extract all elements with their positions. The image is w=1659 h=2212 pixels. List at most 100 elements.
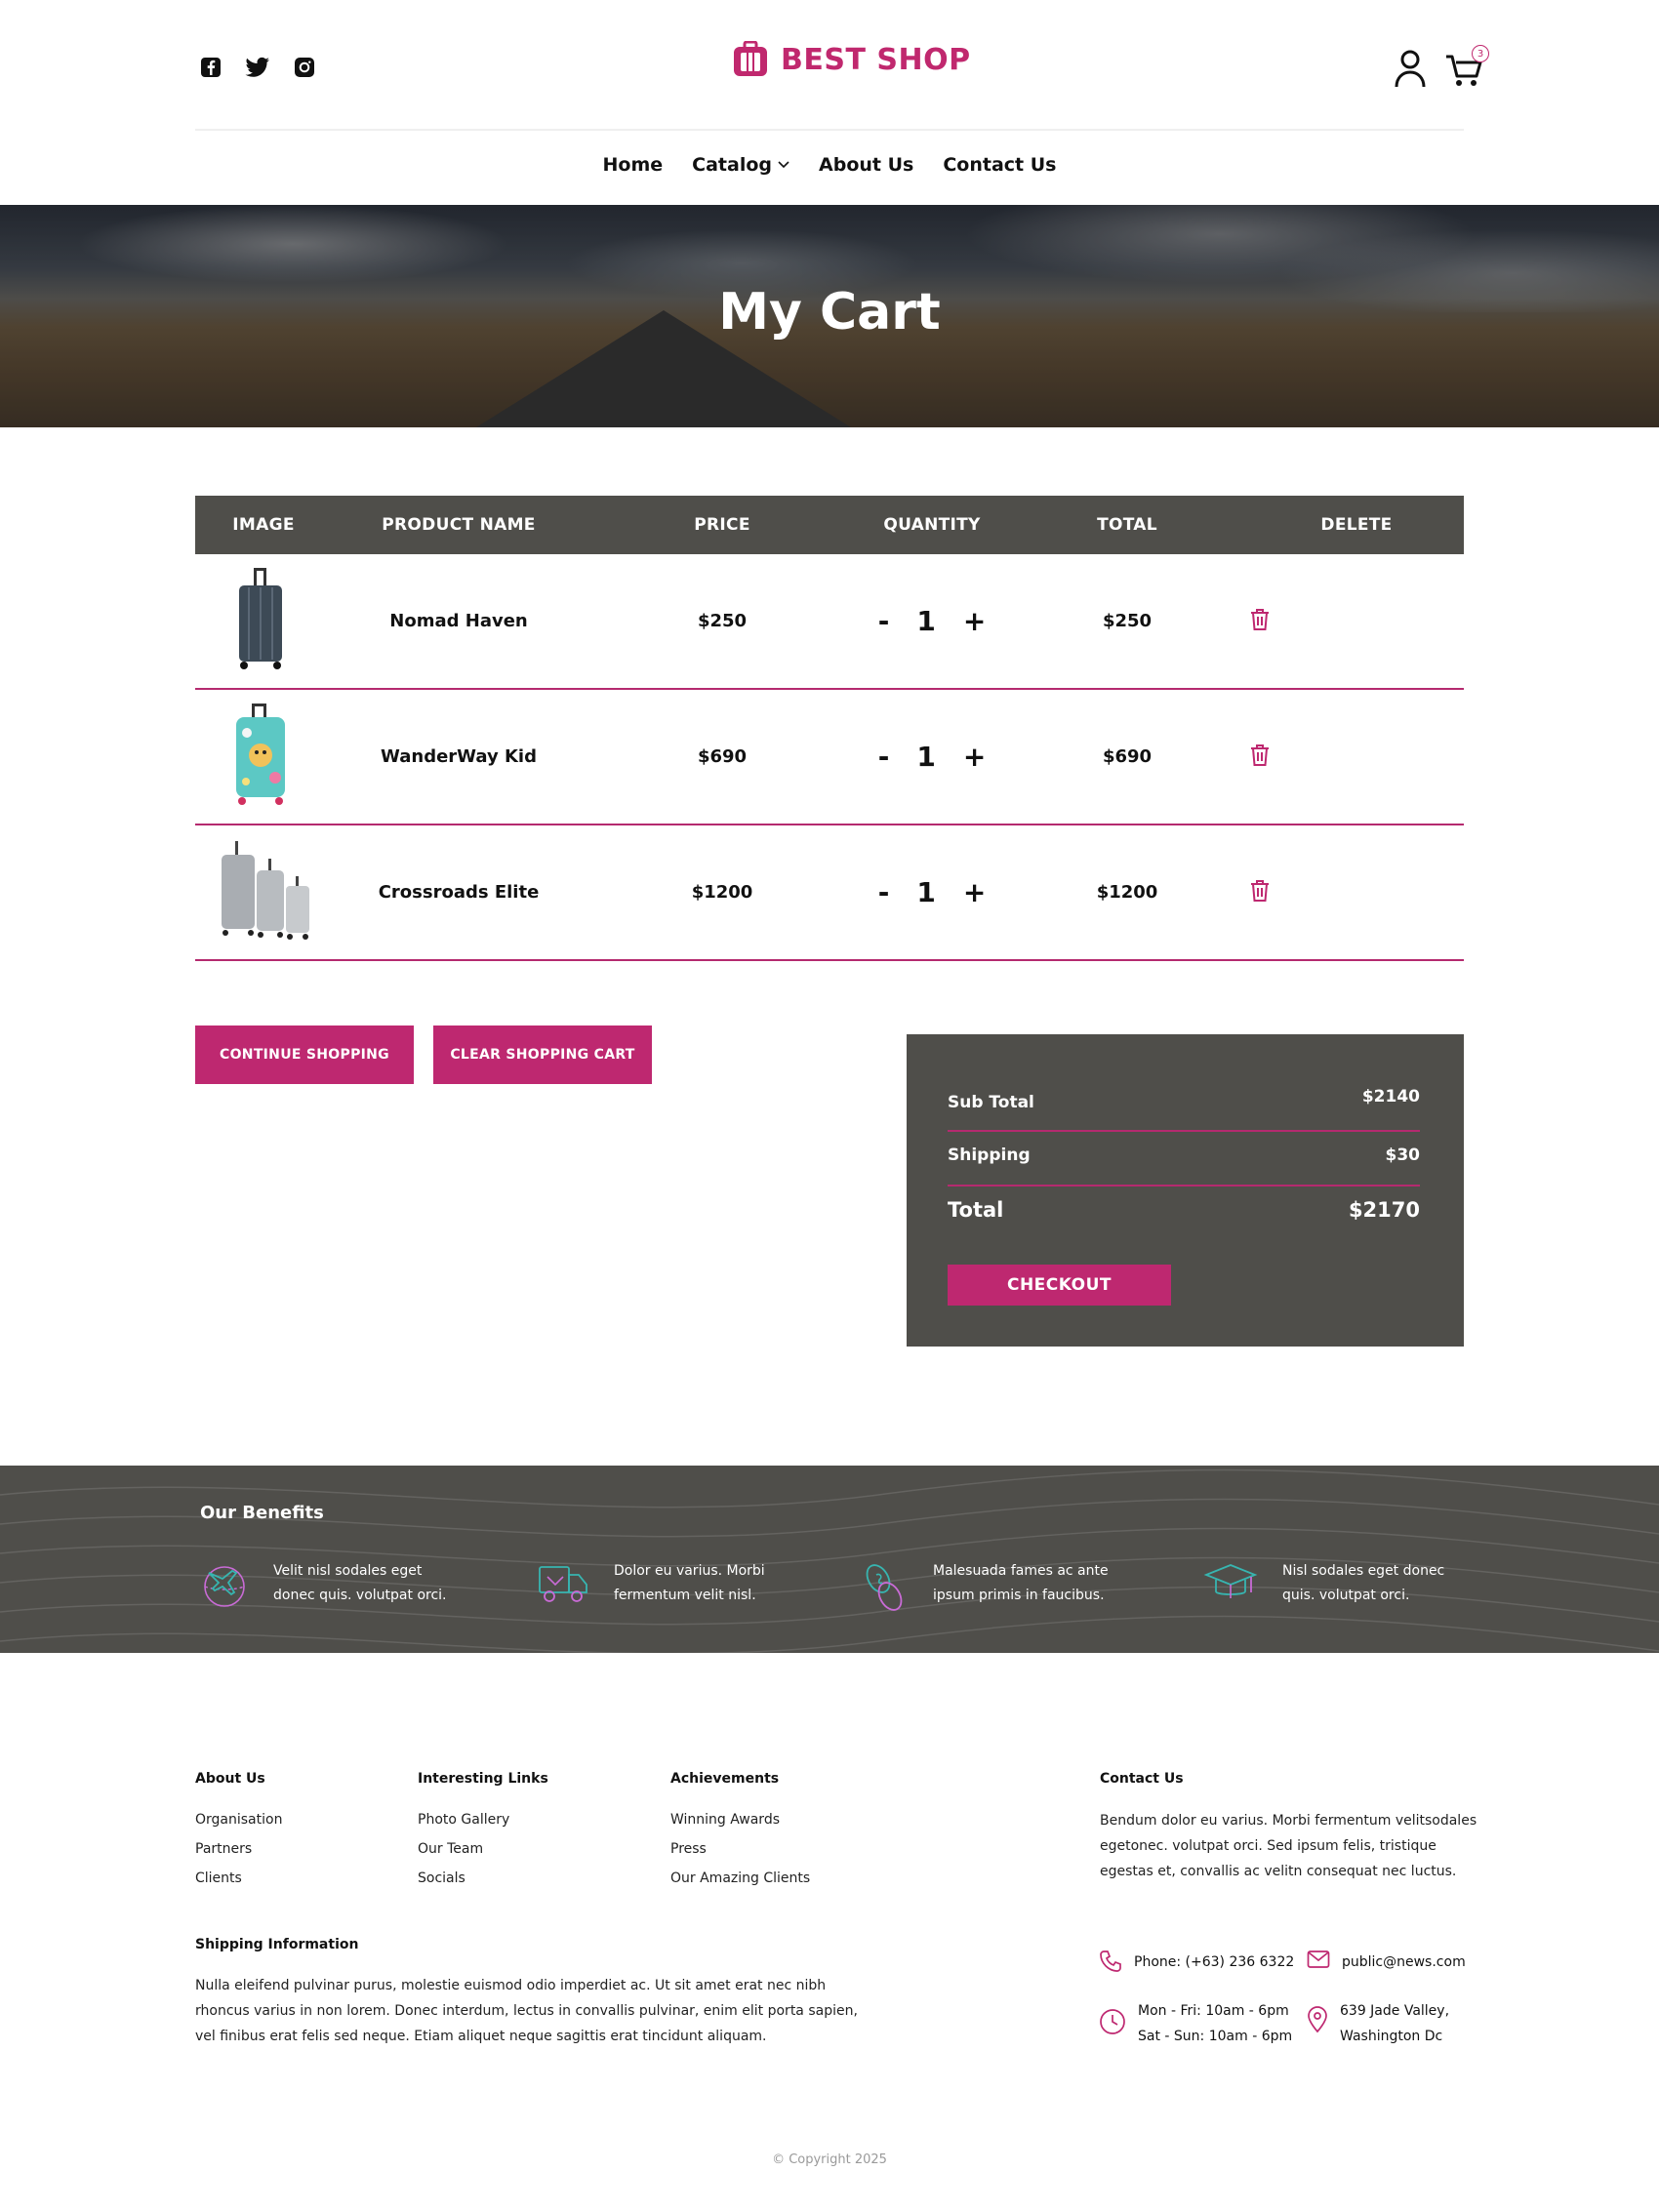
trash-icon: [1251, 744, 1269, 766]
social-links: [198, 55, 317, 80]
product-name[interactable]: Nomad Haven: [332, 611, 586, 631]
delete-button[interactable]: [1249, 879, 1464, 906]
footer-link[interactable]: Our Amazing Clients: [670, 1870, 810, 1886]
footer-link[interactable]: Clients: [195, 1870, 242, 1886]
phone-icon: [1100, 1951, 1121, 1972]
footer-link[interactable]: Partners: [195, 1841, 252, 1857]
delete-button[interactable]: [1249, 608, 1464, 635]
summary-divider: [948, 1130, 1420, 1132]
location-pin-icon: [1308, 2006, 1327, 2033]
text-line: Nulla eleifend pulvinar purus, molestie …: [195, 1978, 827, 1993]
brand-name: BEST SHOP: [781, 42, 971, 77]
summary-divider: [948, 1185, 1420, 1186]
header-actions: 3: [1394, 45, 1489, 88]
suitcase-image: [239, 567, 282, 669]
header-divider: [195, 129, 1464, 131]
suitcase-logo-icon: [734, 41, 767, 76]
product-image[interactable]: [195, 566, 332, 677]
product-image[interactable]: [195, 702, 332, 813]
quantity-stepper: - 1 +: [859, 605, 1005, 637]
footer-link[interactable]: Winning Awards: [670, 1812, 780, 1828]
contact-email[interactable]: public@news.com: [1307, 1950, 1466, 1975]
line-total: $250: [1102, 611, 1153, 631]
decrease-button[interactable]: -: [878, 876, 890, 908]
cart-button[interactable]: 3: [1444, 45, 1489, 88]
col-total: TOTAL: [1097, 515, 1157, 535]
contact-hours: Mon - Fri: 10am - 6pm Sat - Sun: 10am - …: [1099, 1998, 1292, 2049]
contact-phone[interactable]: Phone: (+63) 236 6322: [1099, 1950, 1294, 1975]
decrease-button[interactable]: -: [878, 741, 890, 773]
col-price: PRICE: [694, 515, 750, 535]
col-image: IMAGE: [232, 515, 295, 535]
benefit-item: Nisl sodales eget donec quis. volutpat o…: [1202, 1559, 1487, 1608]
clock-icon: [1100, 2009, 1125, 2034]
continue-shopping-button[interactable]: CONTINUE SHOPPING: [195, 1026, 414, 1084]
text-line: egestas et, convallis ac velitn consequa…: [1100, 1864, 1457, 1879]
total-value: $2170: [1348, 1198, 1420, 1222]
clear-cart-button[interactable]: CLEAR SHOPPING CART: [433, 1026, 652, 1084]
hero-banner: My Cart: [0, 205, 1659, 427]
mail-icon: [1307, 1951, 1330, 1968]
text-line: vel finibus erat felis sed neque. Etiam …: [195, 2029, 767, 2044]
footer-link[interactable]: Our Team: [418, 1841, 483, 1857]
benefit-line: Velit nisl sodales eget: [273, 1563, 423, 1579]
brand-logo[interactable]: BEST SHOP: [732, 41, 971, 78]
trash-icon: [1251, 608, 1269, 630]
subtotal-value: $2140: [1361, 1087, 1420, 1106]
email-text: public@news.com: [1342, 1954, 1466, 1970]
increase-button[interactable]: +: [963, 605, 986, 637]
quantity-value: 1: [916, 741, 936, 773]
suitcase-set-image: [222, 840, 309, 940]
product-name[interactable]: Crossroads Elite: [332, 882, 586, 903]
product-name[interactable]: WanderWay Kid: [332, 746, 586, 767]
nav-catalog[interactable]: Catalog: [692, 154, 789, 176]
cart-row: WanderWay Kid $690 - 1 + $690: [195, 690, 1464, 825]
chevron-down-icon: [778, 161, 789, 169]
user-account-icon[interactable]: [1394, 49, 1427, 88]
delivery-truck-icon: [539, 1566, 587, 1602]
nav-home[interactable]: Home: [603, 154, 664, 176]
address-line: Washington Dc: [1340, 2029, 1443, 2044]
product-image[interactable]: [195, 837, 332, 948]
delete-button[interactable]: [1249, 744, 1464, 771]
benefit-item: Velit nisl sodales eget donec quis. volu…: [199, 1559, 478, 1610]
footer-link[interactable]: Organisation: [195, 1812, 282, 1828]
increase-button[interactable]: +: [963, 876, 986, 908]
contact-address: 639 Jade Valley, Washington Dc: [1307, 1998, 1449, 2049]
cart-row: Crossroads Elite $1200 - 1 + $1200: [195, 825, 1464, 961]
benefit-line: fermentum velit nisl.: [614, 1588, 756, 1603]
decrease-button[interactable]: -: [878, 605, 890, 637]
phone-text: Phone: (+63) 236 6322: [1134, 1954, 1295, 1970]
footer-link[interactable]: Photo Gallery: [418, 1812, 509, 1828]
checkout-button[interactable]: CHECKOUT: [948, 1265, 1171, 1306]
footer-contact-title: Contact Us: [1100, 1771, 1184, 1787]
footer-links-title: Interesting Links: [418, 1771, 548, 1787]
cart-table: IMAGE PRODUCT NAME PRICE QUANTITY TOTAL …: [195, 496, 1464, 961]
kids-suitcase-image: [236, 703, 285, 805]
instagram-icon[interactable]: [292, 55, 317, 80]
coins-icon: [866, 1564, 903, 1611]
benefit-item: Malesuada fames ac ante ipsum primis in …: [859, 1559, 1138, 1614]
footer-link[interactable]: Press: [670, 1841, 707, 1857]
nav-catalog-label: Catalog: [692, 154, 773, 176]
col-delete: DELETE: [1320, 515, 1393, 535]
nav-contact[interactable]: Contact Us: [943, 154, 1056, 176]
total-row: Total $2170: [948, 1198, 1420, 1222]
subtotal-label: Sub Total: [948, 1093, 1034, 1112]
twitter-icon[interactable]: [245, 55, 270, 80]
increase-button[interactable]: +: [963, 741, 986, 773]
footer-link[interactable]: Socials: [418, 1870, 465, 1886]
shipping-label: Shipping: [948, 1146, 1031, 1165]
text-line: egetonec. volutpat orci. Sed ipsum felis…: [1100, 1838, 1436, 1854]
facebook-icon[interactable]: [198, 55, 223, 80]
nav-about[interactable]: About Us: [819, 154, 913, 176]
text-line: rhoncus varius in non lorem. Donec inter…: [195, 2003, 858, 2019]
line-total: $690: [1102, 746, 1153, 767]
footer-shipping-text: Nulla eleifend pulvinar purus, molestie …: [195, 1973, 858, 2049]
benefit-line: donec quis. volutpat orci.: [273, 1588, 447, 1603]
hours-line: Mon - Fri: 10am - 6pm: [1138, 2003, 1289, 2019]
cart-table-header: IMAGE PRODUCT NAME PRICE QUANTITY TOTAL …: [195, 496, 1464, 554]
benefit-line: Malesuada fames ac ante: [933, 1563, 1109, 1579]
text-line: Bendum dolor eu varius. Morbi fermentum …: [1100, 1813, 1477, 1829]
product-price: $1200: [691, 882, 753, 903]
